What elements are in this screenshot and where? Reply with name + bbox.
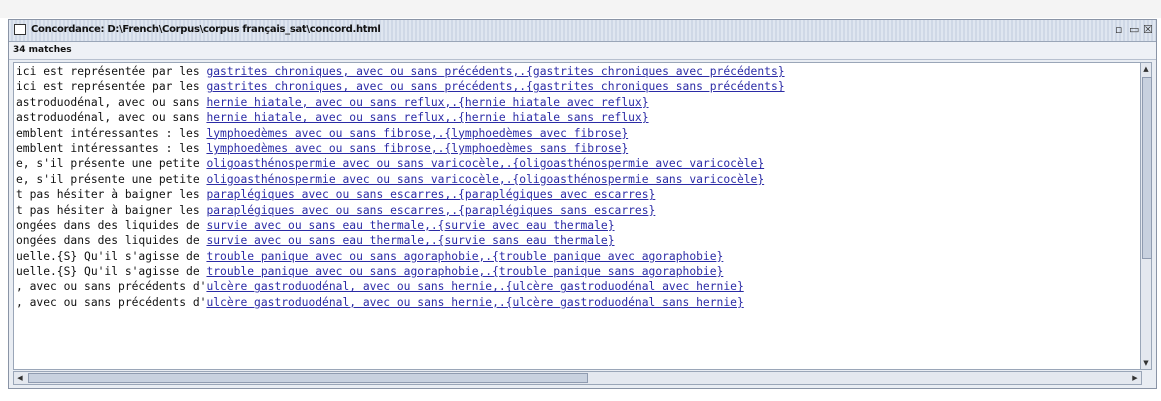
concordance-row: , avec ou sans précédents d'ulcère gastr… xyxy=(16,295,785,310)
match-link[interactable]: ulcère gastroduodénal, avec ou sans hern… xyxy=(206,280,743,293)
match-link[interactable]: hernie hiatale, avec ou sans reflux,.{he… xyxy=(206,96,648,109)
matches-count: 34 matches xyxy=(13,45,72,55)
left-context: astroduodénal, avec ou sans xyxy=(16,95,207,109)
concordance-row: emblent intéressantes : les lymphoedèmes… xyxy=(16,126,785,141)
concordance-row xyxy=(16,310,785,325)
vertical-scrollbar[interactable]: ▲ ▼ xyxy=(1140,62,1152,370)
match-link[interactable]: oligoasthénospermie avec ou sans varicoc… xyxy=(206,157,764,170)
match-link[interactable]: trouble panique avec ou sans agoraphobie… xyxy=(206,250,723,263)
match-link[interactable]: hernie hiatale, avec ou sans reflux,.{he… xyxy=(206,111,648,124)
scroll-left-arrow-icon[interactable]: ◀ xyxy=(14,372,26,384)
concordance-row: uelle.{S} Qu'il s'agisse de trouble pani… xyxy=(16,264,785,279)
scroll-up-arrow-icon[interactable]: ▲ xyxy=(1141,63,1151,75)
left-context: , avec ou sans précédents d' xyxy=(16,295,207,309)
left-context: ongées dans des liquides de xyxy=(16,218,207,232)
match-link[interactable]: lymphoedèmes avec ou sans fibrose,.{lymp… xyxy=(206,142,628,155)
concordance-row: astroduodénal, avec ou sans hernie hiata… xyxy=(16,95,785,110)
left-context: e, s'il présente une petite xyxy=(16,157,207,171)
match-link[interactable]: lymphoedèmes avec ou sans fibrose,.{lymp… xyxy=(206,127,628,140)
concordance-row: t pas hésiter à baigner les paraplégique… xyxy=(16,187,785,202)
concordance-row: t pas hésiter à baigner les paraplégique… xyxy=(16,203,785,218)
iconify-icon[interactable]: ▫ xyxy=(1115,23,1122,36)
left-context: e, s'il présente une petite xyxy=(16,172,207,186)
match-link[interactable]: gastrites chroniques, avec ou sans précé… xyxy=(206,80,784,93)
left-context: t pas hésiter à baigner les xyxy=(16,203,207,217)
concordance-row: ici est représentée par les gastrites ch… xyxy=(16,79,785,94)
left-context: ici est représentée par les xyxy=(16,65,207,78)
title-bar[interactable]: Concordance: D:\French\Corpus\corpus fra… xyxy=(9,20,1156,42)
left-context: emblent intéressantes : les xyxy=(16,141,207,155)
left-context: ici est représentée par les xyxy=(16,80,207,94)
horizontal-scroll-thumb[interactable] xyxy=(28,373,588,383)
match-link[interactable]: survie avec ou sans eau thermale,.{survi… xyxy=(206,219,614,232)
concordance-list[interactable]: ici est représentée par les gastrites ch… xyxy=(13,62,1142,370)
match-link[interactable]: oligoasthénospermie avec ou sans varicoc… xyxy=(206,173,764,186)
maximize-icon[interactable]: ▭ xyxy=(1129,23,1139,36)
left-context: emblent intéressantes : les xyxy=(16,126,207,140)
scroll-down-arrow-icon[interactable]: ▼ xyxy=(1141,357,1151,369)
concordance-row: e, s'il présente une petite oligoasthéno… xyxy=(16,172,785,187)
left-context: , avec ou sans précédents d' xyxy=(16,280,207,294)
left-context: uelle.{S} Qu'il s'agisse de xyxy=(16,249,207,263)
matches-bar: 34 matches xyxy=(9,42,1156,60)
match-link[interactable]: paraplégiques avec ou sans escarres,.{pa… xyxy=(206,204,655,217)
left-context: uelle.{S} Qu'il s'agisse de xyxy=(16,265,207,279)
match-link[interactable]: gastrites chroniques, avec ou sans précé… xyxy=(206,65,784,78)
left-context: t pas hésiter à baigner les xyxy=(16,188,207,202)
match-link[interactable]: ulcère gastroduodénal, avec ou sans hern… xyxy=(206,296,743,309)
concordance-window: Concordance: D:\French\Corpus\corpus fra… xyxy=(8,19,1157,389)
concordance-row: e, s'il présente une petite oligoasthéno… xyxy=(16,156,785,171)
close-icon[interactable]: ☒ xyxy=(1143,23,1153,36)
left-context: astroduodénal, avec ou sans xyxy=(16,111,207,125)
concordance-row: astroduodénal, avec ou sans hernie hiata… xyxy=(16,110,785,125)
window-icon xyxy=(14,24,26,35)
concordance-row: uelle.{S} Qu'il s'agisse de trouble pani… xyxy=(16,249,785,264)
concordance-row: ici est représentée par les gastrites ch… xyxy=(16,64,785,79)
concordance-row: emblent intéressantes : les lymphoedèmes… xyxy=(16,141,785,156)
scroll-right-arrow-icon[interactable]: ▶ xyxy=(1129,372,1141,384)
match-link[interactable]: trouble panique avec ou sans agoraphobie… xyxy=(206,265,723,278)
match-link[interactable]: survie avec ou sans eau thermale,.{survi… xyxy=(206,234,614,247)
vertical-scroll-thumb[interactable] xyxy=(1142,77,1152,259)
concordance-row: ongées dans des liquides de survie avec … xyxy=(16,233,785,248)
concordance-row: , avec ou sans précédents d'ulcère gastr… xyxy=(16,279,785,294)
concordance-row: ongées dans des liquides de survie avec … xyxy=(16,218,785,233)
window-title: Concordance: D:\French\Corpus\corpus fra… xyxy=(31,24,381,35)
horizontal-scrollbar[interactable]: ◀ ▶ xyxy=(13,371,1142,385)
top-strip xyxy=(0,0,1161,18)
match-link[interactable]: paraplégiques avec ou sans escarres,.{pa… xyxy=(206,188,655,201)
left-context: ongées dans des liquides de xyxy=(16,234,207,248)
